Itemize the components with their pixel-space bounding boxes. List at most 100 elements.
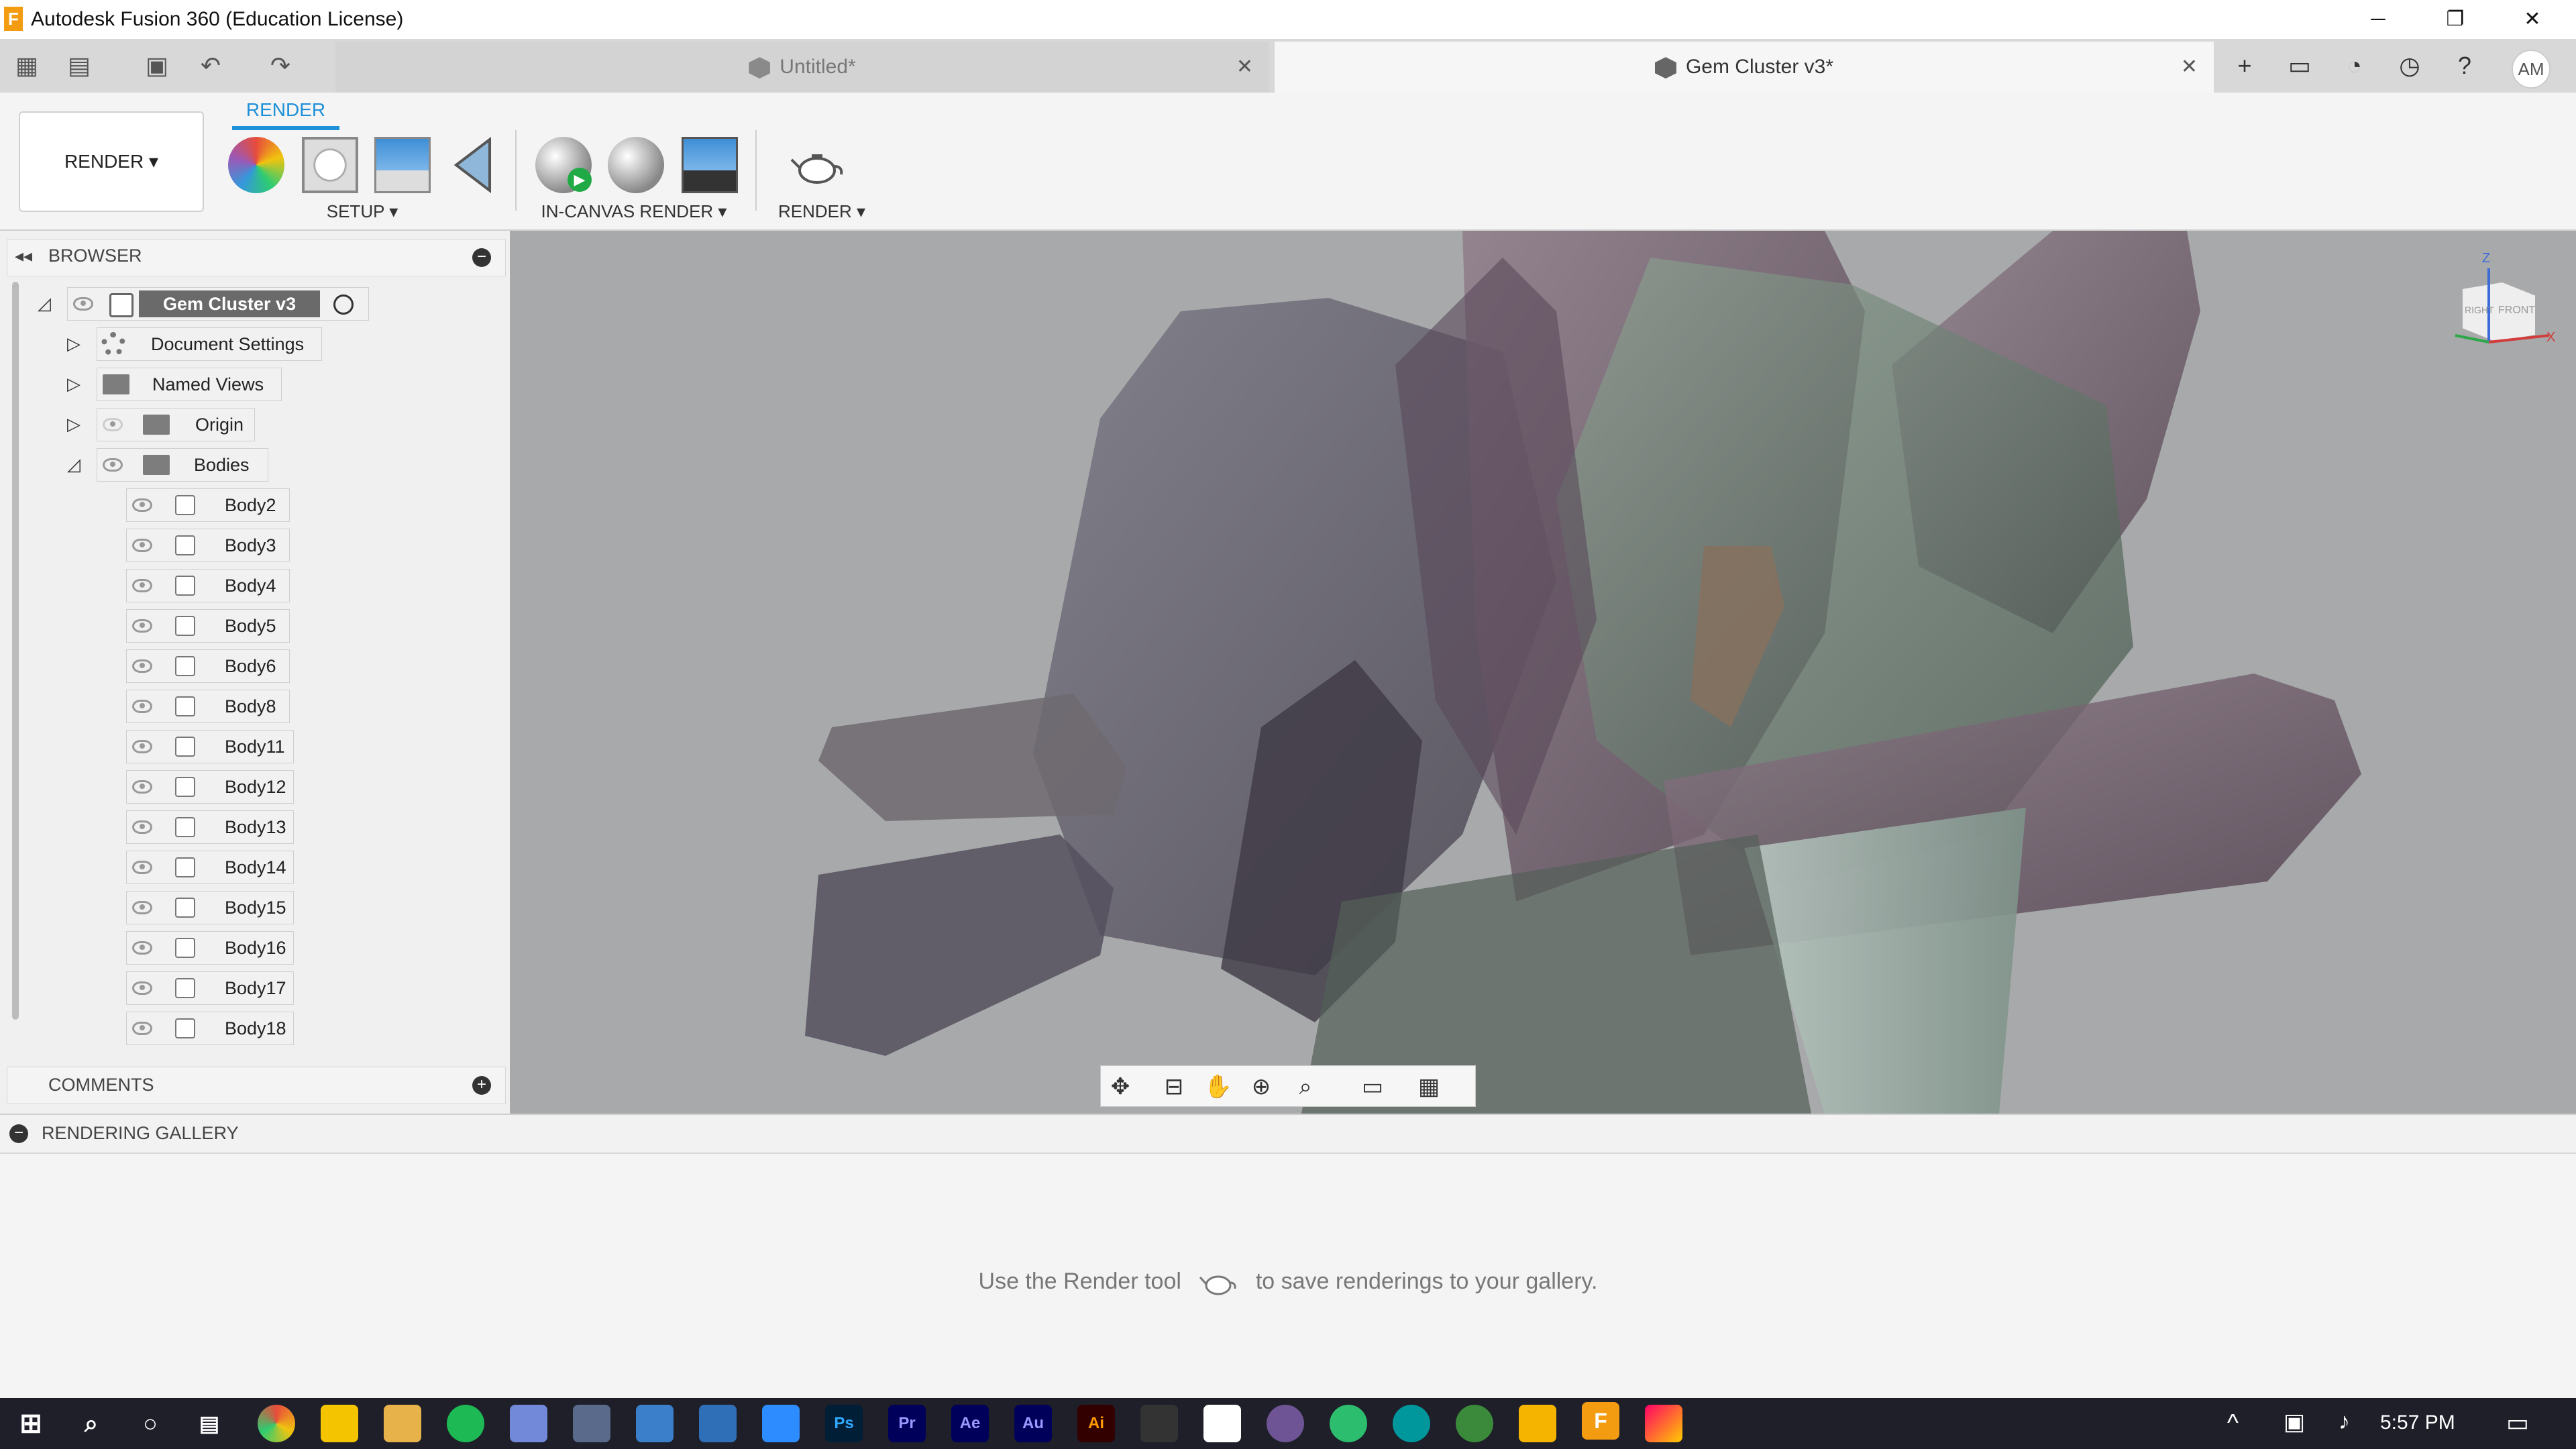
app-icon[interactable] (573, 1405, 610, 1442)
decal-icon[interactable] (449, 136, 496, 194)
app-icon[interactable] (1203, 1405, 1241, 1442)
body-row[interactable]: Body5 (126, 609, 290, 643)
photoshop-icon[interactable]: Ps (825, 1405, 863, 1442)
visibility-eye-icon[interactable] (132, 861, 152, 874)
close-tab-icon[interactable]: ✕ (2181, 42, 2198, 93)
tab-untitled[interactable]: Untitled* ✕ (335, 42, 1269, 93)
visibility-eye-icon[interactable] (132, 820, 152, 834)
close-tab-icon[interactable]: ✕ (1236, 42, 1253, 93)
grid-settings-icon[interactable]: ▦ (1414, 1072, 1444, 1102)
after-effects-icon[interactable]: Ae (951, 1405, 989, 1442)
body-row[interactable]: Body18 (126, 1012, 294, 1045)
fusion-taskbar-icon[interactable]: F (1582, 1402, 1619, 1440)
expand-icon[interactable]: ▷ (64, 374, 83, 393)
capture-image-icon[interactable] (682, 137, 738, 193)
volume-icon[interactable]: ♪ (2339, 1409, 2350, 1435)
github-icon[interactable] (1267, 1405, 1304, 1442)
sticky-notes-icon[interactable] (321, 1405, 358, 1442)
close-button[interactable]: ✕ (2496, 0, 2569, 39)
root-expander-icon[interactable]: ◿ (35, 294, 54, 313)
visibility-eye-icon[interactable] (132, 659, 152, 673)
body-row[interactable]: Body16 (126, 931, 294, 965)
history-icon[interactable]: ◷ (2391, 47, 2428, 85)
tab-gem-cluster[interactable]: Gem Cluster v3* ✕ (1275, 42, 2214, 93)
pan-icon[interactable]: ✋ (1203, 1072, 1233, 1102)
body-row[interactable]: Body8 (126, 690, 290, 723)
user-avatar[interactable]: AM (2512, 50, 2551, 89)
body-row[interactable]: Body3 (126, 529, 290, 562)
app-icon[interactable] (1519, 1405, 1556, 1442)
minimize-button[interactable]: ─ (2341, 0, 2415, 39)
visibility-eye-icon[interactable] (132, 498, 152, 512)
setup-group-label[interactable]: SETUP ▾ (282, 201, 443, 222)
browser-collapse-icon[interactable]: − (472, 248, 491, 267)
visibility-eye-icon[interactable] (132, 780, 152, 794)
task-view-icon[interactable]: ▤ (191, 1405, 228, 1442)
in-canvas-render-settings-icon[interactable] (608, 137, 664, 193)
chrome-icon[interactable] (258, 1405, 295, 1442)
expand-icon[interactable]: ▷ (64, 334, 83, 353)
illustrator-icon[interactable]: Ai (1077, 1405, 1115, 1442)
render-group-label[interactable]: RENDER ▾ (765, 201, 879, 222)
restore-button[interactable]: ❐ (2418, 0, 2492, 39)
body-row[interactable]: Body2 (126, 488, 290, 522)
app-icon[interactable] (699, 1405, 737, 1442)
show-hidden-icons-icon[interactable]: ^ (2227, 1409, 2239, 1437)
browser-item-document-settings[interactable]: Document Settings (97, 327, 322, 361)
body-row[interactable]: Body4 (126, 569, 290, 602)
workspace-switcher-button[interactable]: RENDER ▾ (19, 111, 204, 212)
hidden-eye-icon[interactable] (103, 418, 123, 431)
add-comment-icon[interactable]: + (472, 1076, 491, 1095)
app-icon[interactable] (1330, 1405, 1367, 1442)
texture-map-icon[interactable] (374, 137, 431, 193)
help-icon[interactable]: ? (2446, 47, 2483, 85)
cortana-icon[interactable]: ○ (131, 1405, 169, 1442)
calculator-icon[interactable] (636, 1405, 674, 1442)
redo-icon[interactable]: ↷ (262, 47, 299, 85)
body-row[interactable]: Body11 (126, 730, 294, 763)
collapse-icon[interactable]: ◿ (64, 455, 83, 474)
app-icon[interactable] (1645, 1405, 1682, 1442)
in-canvas-render-group-label[interactable]: IN-CANVAS RENDER ▾ (530, 201, 738, 222)
audition-icon[interactable]: Au (1014, 1405, 1052, 1442)
visibility-eye-icon[interactable] (132, 619, 152, 633)
browser-item-origin[interactable]: Origin (97, 408, 255, 441)
job-status-icon[interactable]: ▭ (2281, 47, 2318, 85)
new-tab-icon[interactable]: + (2226, 47, 2263, 85)
visibility-eye-icon[interactable] (132, 901, 152, 914)
appearance-icon[interactable] (228, 137, 284, 193)
file-explorer-icon[interactable] (384, 1405, 421, 1442)
visibility-eye-icon[interactable] (103, 458, 123, 472)
visibility-eye-icon[interactable] (132, 740, 152, 753)
visibility-eye-icon[interactable] (132, 700, 152, 713)
undo-icon[interactable]: ↶ (192, 47, 229, 85)
body-row[interactable]: Body17 (126, 971, 294, 1005)
display-settings-icon[interactable]: ▭ (1358, 1072, 1387, 1102)
action-center-icon[interactable]: ▭ (2506, 1409, 2529, 1437)
visibility-eye-icon[interactable] (132, 1022, 152, 1035)
zoom-app-icon[interactable] (762, 1405, 800, 1442)
expand-icon[interactable]: ▷ (64, 415, 83, 433)
network-icon[interactable]: ▣ (2284, 1409, 2305, 1436)
view-cube[interactable]: Z X FRONT RIGHT (2442, 251, 2556, 362)
viewcube-front-face[interactable]: FRONT (2498, 305, 2535, 317)
render-teapot-icon[interactable] (789, 137, 845, 193)
look-at-icon[interactable]: ⊟ (1159, 1072, 1189, 1102)
taskbar-clock[interactable]: 5:57 PM (2380, 1411, 2455, 1434)
start-icon[interactable]: ⊞ (12, 1405, 50, 1442)
browser-item-named-views[interactable]: Named Views (97, 368, 282, 401)
viewcube-right-face[interactable]: RIGHT (2465, 305, 2494, 315)
browser-scrollbar[interactable] (12, 282, 19, 1020)
discord-icon[interactable] (510, 1405, 547, 1442)
app-icon[interactable] (1456, 1405, 1493, 1442)
3d-viewport[interactable] (510, 231, 2576, 1114)
file-menu-icon[interactable]: ▤ (60, 47, 98, 85)
visibility-eye-icon[interactable] (132, 941, 152, 955)
gallery-collapse-icon[interactable]: − (9, 1124, 28, 1143)
body-row[interactable]: Body13 (126, 810, 294, 844)
visibility-eye-icon[interactable] (73, 297, 93, 311)
save-icon[interactable]: ▣ (138, 47, 176, 85)
collapse-panel-icon[interactable]: ◂◂ (15, 246, 32, 266)
spotify-icon[interactable] (447, 1405, 484, 1442)
tab-render[interactable]: RENDER (232, 99, 339, 121)
